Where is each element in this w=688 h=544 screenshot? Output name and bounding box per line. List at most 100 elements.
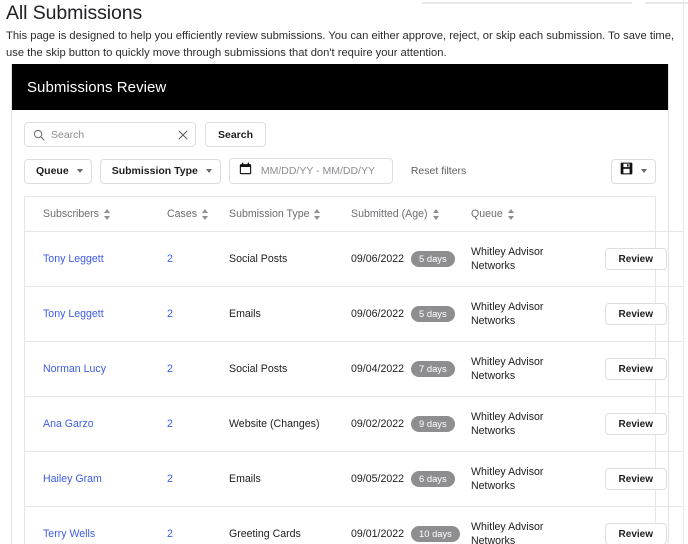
table-row[interactable]: Hailey Gram 2 Emails 09/05/2022 6 days Whitle… xyxy=(25,451,683,507)
age-badge: 10 days xyxy=(411,526,460,542)
close-icon[interactable] xyxy=(176,128,189,141)
cell-submitted-age: 09/06/2022 5 days xyxy=(351,286,471,342)
column-header-cases[interactable]: Cases xyxy=(167,197,229,232)
sort-icon[interactable] xyxy=(314,208,321,220)
all-submissions-page: All Submissions This page is designed to… xyxy=(0,0,688,544)
top-cutoff-element-right xyxy=(645,2,688,4)
cases-link[interactable]: 2 xyxy=(167,308,173,320)
chevron-down-icon[interactable] xyxy=(641,169,647,173)
page-description: This page is designed to help you effici… xyxy=(6,30,675,59)
table-row[interactable]: Ana Garzo 2 Website (Changes) 09/02/2022 9 d… xyxy=(25,396,683,452)
cases-link[interactable]: 2 xyxy=(167,363,173,375)
cell-subscriber: Terry Wells xyxy=(25,506,167,544)
cell-actions: Review xyxy=(589,341,683,397)
subscriber-link[interactable]: Tony Leggett xyxy=(43,253,104,265)
cases-link[interactable]: 2 xyxy=(167,253,173,265)
subscriber-link[interactable]: Ana Garzo xyxy=(43,418,94,430)
submitted-date: 09/06/2022 xyxy=(351,253,405,265)
review-button[interactable]: Review xyxy=(604,248,667,270)
search-input[interactable] xyxy=(45,127,176,142)
cases-link[interactable]: 2 xyxy=(167,418,173,430)
column-header-submitted-age[interactable]: Submitted (Age) xyxy=(351,197,471,232)
table-row[interactable]: Norman Lucy 2 Social Posts 09/04/2022 7 days… xyxy=(25,341,683,397)
sort-icon[interactable] xyxy=(432,208,440,220)
review-button[interactable]: Review xyxy=(604,468,667,490)
queue-name: Whitley Advisor Networks xyxy=(471,466,544,492)
submitted-date: 09/06/2022 xyxy=(351,308,405,320)
queue-name: Whitley Advisor Networks xyxy=(471,356,544,382)
cell-queue: Whitley Advisor Networks xyxy=(471,341,589,397)
subscriber-link[interactable]: Norman Lucy xyxy=(43,363,106,375)
subscriber-link[interactable]: Hailey Gram xyxy=(43,473,102,485)
table-row[interactable]: Tony Leggett 2 Emails 09/06/2022 5 days Whitl… xyxy=(25,286,683,342)
cases-link[interactable]: 2 xyxy=(167,528,173,540)
search-icon xyxy=(33,129,45,141)
submission-type-filter-dropdown[interactable]: Submission Type xyxy=(99,158,221,184)
date-range-input[interactable]: MM/DD/YY - MM/DD/YY xyxy=(228,158,393,184)
cell-submitted-age: 09/06/2022 5 days xyxy=(351,231,471,287)
table-row[interactable]: Tony Leggett 2 Social Posts 09/06/2022 5 day… xyxy=(25,231,683,287)
subscriber-link[interactable]: Terry Wells xyxy=(43,528,95,540)
cell-cases: 2 xyxy=(167,231,229,287)
cell-submitted-age: 09/02/2022 9 days xyxy=(351,396,471,452)
table-head: Subscribers Cases Submission Type Submit… xyxy=(25,197,683,232)
calendar-icon xyxy=(239,162,252,180)
cell-actions: Review xyxy=(589,506,683,544)
submission-type-filter-label: Submission Type xyxy=(111,165,198,177)
cell-submission-type: Social Posts xyxy=(229,231,351,287)
column-header-label: Submitted (Age) xyxy=(351,208,428,220)
card-header-title: Submissions Review xyxy=(27,78,167,96)
column-header-actions xyxy=(589,197,683,232)
cases-link[interactable]: 2 xyxy=(167,473,173,485)
review-button[interactable]: Review xyxy=(604,303,667,325)
page-scrollbar[interactable] xyxy=(683,0,684,544)
card-body: Search Queue Submission Type xyxy=(12,110,683,544)
queue-filter-label: Queue xyxy=(36,165,69,177)
queue-filter-dropdown[interactable]: Queue xyxy=(24,158,92,184)
queue-name: Whitley Advisor Networks xyxy=(471,301,544,327)
cell-actions: Review xyxy=(589,451,683,507)
save-floppy-icon xyxy=(620,162,633,180)
column-header-label: Submission Type xyxy=(229,208,310,220)
sort-icon[interactable] xyxy=(103,208,111,220)
review-button[interactable]: Review xyxy=(604,358,667,380)
reset-filters-link[interactable]: Reset filters xyxy=(411,165,466,177)
queue-name: Whitley Advisor Networks xyxy=(471,246,544,272)
search-button[interactable]: Search xyxy=(205,122,267,147)
chevron-down-icon xyxy=(76,169,83,173)
save-view-button[interactable] xyxy=(611,158,656,184)
submitted-date: 09/02/2022 xyxy=(351,418,405,430)
cell-submitted-age: 09/05/2022 6 days xyxy=(351,451,471,507)
cell-cases: 2 xyxy=(167,286,229,342)
card-header: Submissions Review xyxy=(12,64,668,110)
table-row[interactable]: Terry Wells 2 Greeting Cards 09/01/2022 10 d… xyxy=(25,506,683,544)
column-header-subscribers[interactable]: Subscribers xyxy=(25,197,167,232)
sort-icon[interactable] xyxy=(202,208,209,220)
subscriber-link[interactable]: Tony Leggett xyxy=(43,308,104,320)
review-button[interactable]: Review xyxy=(604,523,667,544)
age-badge: 9 days xyxy=(411,416,455,432)
cell-subscriber: Hailey Gram xyxy=(25,451,167,507)
page-title: All Submissions xyxy=(6,2,143,24)
submitted-date: 09/04/2022 xyxy=(351,363,405,375)
cell-submitted-age: 09/04/2022 7 days xyxy=(351,341,471,397)
cell-submitted-age: 09/01/2022 10 days xyxy=(351,506,471,544)
cell-queue: Whitley Advisor Networks xyxy=(471,396,589,452)
review-button[interactable]: Review xyxy=(604,413,667,435)
search-toolbar: Search xyxy=(24,122,656,147)
cell-subscriber: Norman Lucy xyxy=(25,341,167,397)
cell-subscriber: Tony Leggett xyxy=(25,231,167,287)
cell-submission-type: Emails xyxy=(229,286,351,342)
column-header-queue[interactable]: Queue xyxy=(471,197,589,232)
search-box[interactable] xyxy=(24,122,196,147)
column-header-submission-type[interactable]: Submission Type xyxy=(229,197,351,232)
queue-name: Whitley Advisor Networks xyxy=(471,411,544,437)
submissions-table: Subscribers Cases Submission Type Submit… xyxy=(25,197,683,544)
column-header-label: Queue xyxy=(471,208,503,220)
cell-cases: 2 xyxy=(167,451,229,507)
table-body: Tony Leggett 2 Social Posts 09/06/2022 5 day… xyxy=(25,231,683,544)
sort-icon[interactable] xyxy=(507,208,515,220)
cell-cases: 2 xyxy=(167,506,229,544)
cell-submission-type: Social Posts xyxy=(229,341,351,397)
top-cutoff-element-left xyxy=(422,2,632,4)
